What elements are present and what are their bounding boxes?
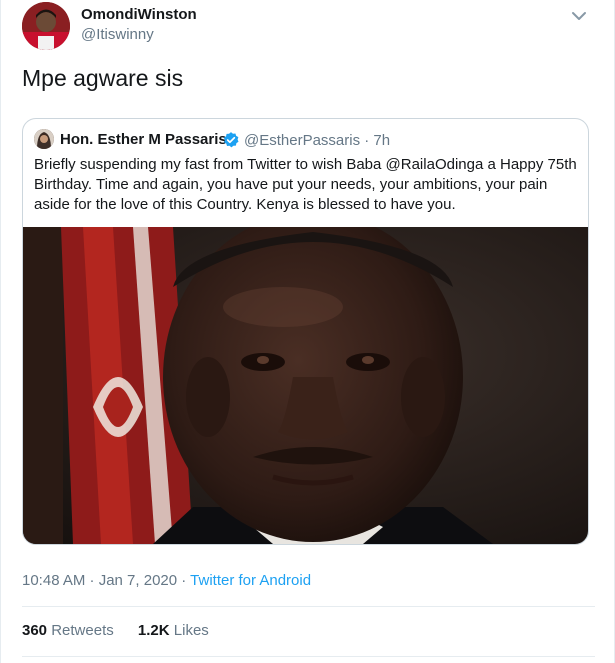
author-avatar[interactable] (22, 2, 70, 50)
likes-label: Likes (173, 622, 209, 639)
author-handle[interactable]: @Itiswinny (81, 26, 154, 43)
quoted-author-name: Hon. Esther M Passaris (60, 131, 227, 148)
quoted-author-avatar (34, 129, 54, 149)
quoted-author-handle: @EstherPassaris · 7h (244, 132, 391, 149)
likes-count: 1.2K (137, 622, 170, 639)
chevron-down-icon[interactable] (567, 4, 591, 28)
divider (22, 606, 595, 607)
tweet-text: Mpe agware sis (22, 65, 184, 91)
verified-badge-icon (222, 131, 240, 149)
quoted-tweet-photo[interactable] (23, 227, 588, 544)
tweet-timestamp: 10:48 AM · Jan 7, 2020 · Twitter for And… (22, 572, 311, 589)
quoted-tweet-text: Briefly suspending my fast from Twitter … (34, 156, 577, 213)
divider (22, 656, 595, 657)
tweet-source-link[interactable]: Twitter for Android (190, 572, 311, 589)
retweets-label: Retweets (51, 622, 114, 639)
retweets-stat[interactable]: 360 Retweets (22, 622, 114, 639)
quoted-tweet[interactable]: Hon. Esther M Passaris @EstherPassaris ·… (22, 118, 589, 545)
author-name[interactable]: OmondiWinston (81, 6, 197, 23)
timestamp-text[interactable]: 10:48 AM · Jan 7, 2020 · (22, 572, 190, 589)
tweet-card: OmondiWinston @Itiswinny Mpe agware sis … (0, 0, 615, 663)
tweet-stats: 360 Retweets 1.2K Likes (22, 622, 229, 639)
retweets-count: 360 (22, 622, 48, 639)
likes-stat[interactable]: 1.2K Likes (138, 622, 209, 639)
